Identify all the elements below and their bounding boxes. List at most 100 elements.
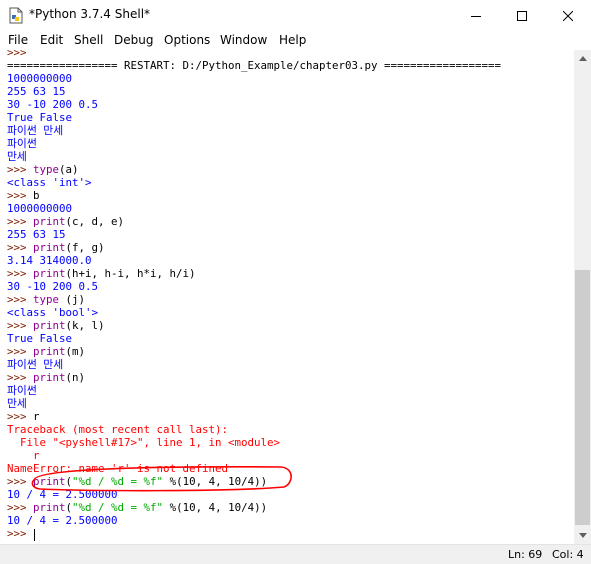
shell-line: >>> print(k, l)	[7, 319, 105, 332]
minimize-button[interactable]	[453, 0, 499, 31]
menu-debug[interactable]: Debug	[114, 33, 153, 47]
text-cursor	[34, 529, 35, 541]
window-title: *Python 3.7.4 Shell*	[29, 7, 151, 21]
shell-line: >>> print(f, g)	[7, 241, 105, 254]
shell-text-builtin: print	[33, 345, 66, 358]
shell-text-in: (k, l)	[65, 319, 105, 332]
menu-edit[interactable]: Edit	[40, 33, 63, 47]
shell-line: 30 -10 200 0.5	[7, 280, 98, 293]
scroll-down-button[interactable]	[574, 527, 591, 544]
shell-text-out: 30 -10 200 0.5	[7, 98, 99, 111]
shell-line: >>> print(h+i, h-i, h*i, h/i)	[7, 267, 196, 280]
shell-text-prompt: >>>	[7, 50, 27, 59]
shell-text-out: 255 63 15	[7, 85, 66, 98]
shell-text-out: 10 / 4 = 2.500000	[7, 514, 118, 527]
python-idle-icon	[8, 7, 24, 24]
minimize-icon	[471, 15, 481, 17]
vertical-scrollbar[interactable]	[574, 50, 591, 544]
menu-options[interactable]: Options	[164, 33, 210, 47]
shell-line: >>> print(m)	[7, 345, 85, 358]
shell-text-builtin: print	[33, 501, 66, 514]
shell-text-prompt: >>>	[7, 215, 34, 228]
shell-line: >>> print(c, d, e)	[7, 215, 124, 228]
shell-text-prompt: >>>	[7, 371, 34, 384]
shell-line: >>> print("%d / %d = %f" %(10, 4, 10/4))	[7, 501, 267, 514]
shell-line: 1000000000	[7, 202, 72, 215]
shell-text-prompt: >>>	[7, 241, 34, 254]
shell-line: 파이썬	[7, 384, 37, 397]
shell-line: >>> b	[7, 189, 40, 202]
shell-text-in: r	[33, 410, 40, 423]
status-bar: Ln: 69 Col: 4	[0, 544, 591, 564]
shell-text-builtin: print	[33, 241, 66, 254]
shell-text-area[interactable]: >>> 10 / 4 = 2.500000 >>> print("%d / %d …	[0, 50, 574, 544]
shell-line: <class 'bool'>	[7, 306, 98, 319]
red-highlight-annotation	[31, 466, 292, 492]
shell-text-prompt: >>>	[7, 189, 34, 202]
shell-text-out: 3.14 314000.0	[7, 254, 92, 267]
scroll-up-arrow-icon	[578, 56, 587, 61]
shell-text-out: 30 -10 200 0.5	[7, 280, 99, 293]
shell-text-prompt: >>>	[7, 345, 34, 358]
shell-text-builtin: print	[33, 371, 66, 384]
menu-window[interactable]: Window	[220, 33, 267, 47]
shell-line: <class 'int'>	[7, 176, 92, 189]
shell-text-builtin: type	[33, 293, 60, 306]
shell-line: >>> type(a)	[7, 163, 79, 176]
close-button[interactable]	[545, 0, 591, 31]
shell-line: 만세	[7, 150, 27, 163]
shell-text-out: 255 63 15	[7, 228, 66, 241]
shell-text-err: File "<pyshell#17>", line 1, in <module>	[7, 436, 281, 449]
shell-line: True False	[7, 332, 72, 345]
maximize-button[interactable]	[499, 0, 545, 31]
shell-line: Traceback (most recent call last):	[7, 423, 228, 436]
shell-text-prompt: >>>	[7, 163, 34, 176]
maximize-icon	[517, 10, 527, 21]
shell-text-builtin: print	[33, 267, 66, 280]
shell-line: True False	[7, 111, 72, 124]
shell-text-out: True False	[7, 332, 73, 345]
shell-line: File "<pyshell#17>", line 1, in <module>	[7, 436, 280, 449]
shell-text-out: 1000000000	[7, 202, 73, 215]
menu-shell[interactable]: Shell	[74, 33, 103, 47]
title-bar[interactable]: *Python 3.7.4 Shell*	[0, 0, 591, 31]
scroll-down-arrow-icon	[578, 533, 587, 538]
shell-text-out: <class 'bool'>	[7, 306, 99, 319]
shell-text-builtin: print	[33, 319, 66, 332]
shell-text-in: (f, g)	[65, 241, 105, 254]
shell-text-out: 파이썬 만세	[7, 124, 64, 137]
scroll-up-button[interactable]	[574, 50, 591, 67]
shell-text-prompt: >>>	[7, 410, 34, 423]
close-icon	[563, 10, 573, 21]
shell-text-in: (j)	[59, 293, 86, 306]
shell-line: 255 63 15	[7, 85, 66, 98]
shell-line: >>> type (j)	[7, 293, 85, 306]
shell-text-restart: ================= RESTART: D:/Python_Exa…	[7, 59, 502, 72]
shell-text-out: 파이썬 만세	[7, 358, 64, 371]
shell-line: 10 / 4 = 2.500000	[7, 514, 118, 527]
shell-text-in: (n)	[65, 371, 86, 384]
shell-text-out: 만세	[7, 397, 27, 410]
shell-text-prompt: >>>	[7, 527, 34, 540]
shell-text-builtin: type	[33, 163, 60, 176]
shell-line: r	[7, 449, 40, 462]
shell-line: 파이썬 만세	[7, 124, 63, 137]
shell-text-in: (h+i, h-i, h*i, h/i)	[65, 267, 196, 280]
shell-text-in: b	[33, 189, 40, 202]
menu-bar: File Edit Shell Debug Options Window Hel…	[0, 31, 591, 50]
shell-text-prompt: >>>	[7, 267, 34, 280]
shell-line: >>>	[7, 527, 33, 540]
shell-text-err: Traceback (most recent call last):	[7, 423, 229, 436]
shell-text-in: %(10, 4, 10/4))	[163, 501, 268, 514]
shell-text-out: True False	[7, 111, 73, 124]
menu-file[interactable]: File	[8, 33, 28, 47]
shell-text-prompt: >>>	[7, 501, 34, 514]
shell-text-in: (c, d, e)	[65, 215, 125, 228]
shell-text-out: 파이썬	[7, 384, 37, 397]
shell-text-prompt: >>>	[7, 319, 34, 332]
shell-line: 255 63 15	[7, 228, 66, 241]
menu-help[interactable]: Help	[279, 33, 306, 47]
shell-text-err: r	[7, 449, 40, 462]
shell-text-builtin: print	[33, 215, 66, 228]
scrollbar-thumb[interactable]	[575, 270, 590, 525]
